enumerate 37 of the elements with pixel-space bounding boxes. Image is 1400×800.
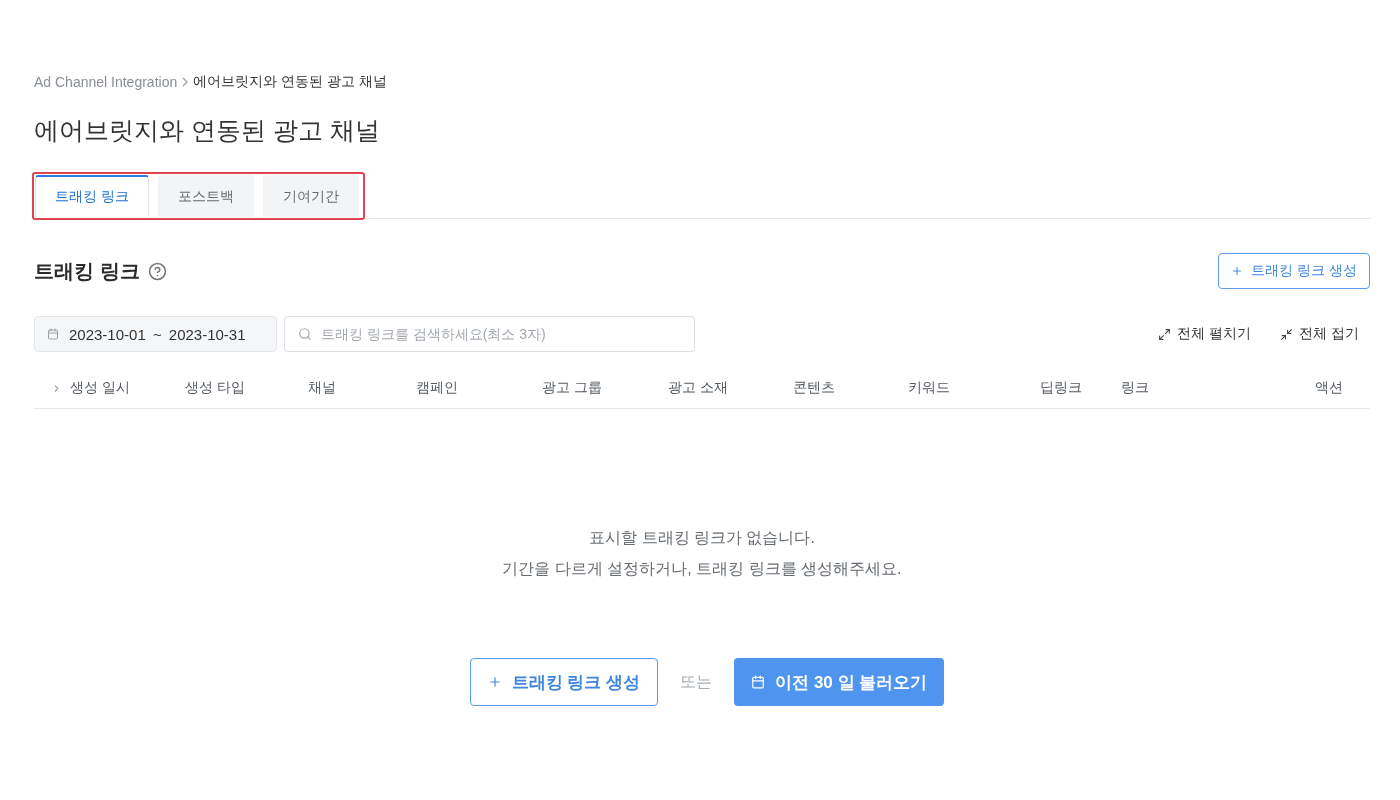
- create-link-button[interactable]: 트래킹 링크 생성: [469, 658, 659, 706]
- column-header: 키워드: [908, 379, 950, 397]
- column-header: 생성 일시: [70, 379, 130, 397]
- search-field[interactable]: 트래킹 링크를 검색하세요(최소 3자): [284, 316, 695, 352]
- column-header: 채널: [308, 379, 336, 397]
- column-header: 생성 타입: [185, 379, 245, 397]
- or-text: 또는: [680, 671, 713, 692]
- create-link-button[interactable]: 트래킹 링크 생성: [1218, 253, 1370, 289]
- tab[interactable]: 기여기간: [262, 175, 359, 217]
- search-icon: [298, 327, 312, 341]
- collapse-icon: [1280, 327, 1294, 341]
- help-icon[interactable]: [147, 261, 167, 281]
- date-range-picker[interactable]: 2023-10-01 ~ 2023-10-31: [34, 316, 277, 352]
- plus-icon: [487, 675, 502, 689]
- collapse-all-button[interactable]: 전체 접기: [1280, 321, 1359, 347]
- plus-icon: [1231, 265, 1244, 277]
- column-header: 콘텐츠: [793, 379, 835, 397]
- breadcrumb-link[interactable]: Ad Channel Integration: [34, 74, 178, 90]
- load-previous-button[interactable]: 이전 30 일 불러오기: [734, 658, 945, 706]
- empty-message: 기간을 다르게 설정하거나, 트래킹 링크를 생성해주세요.: [502, 559, 902, 579]
- page-title: 에어브릿지와 연동된 광고 채널: [34, 115, 380, 146]
- empty-message: 표시할 트래킹 링크가 없습니다.: [589, 528, 815, 548]
- column-header: 광고 소재: [668, 379, 728, 397]
- tab[interactable]: 포스트백: [157, 175, 254, 217]
- column-header: 광고 그룹: [542, 379, 602, 397]
- column-header: 링크: [1121, 379, 1149, 397]
- section-title: 트래킹 링크: [34, 258, 140, 284]
- tab[interactable]: 트래킹 링크: [35, 175, 149, 217]
- calendar-icon: [751, 675, 766, 689]
- expand-all-button[interactable]: 전체 펼치기: [1158, 321, 1252, 347]
- calendar-icon: [47, 328, 59, 340]
- chevron-right-icon: [181, 77, 190, 87]
- column-header: 액션: [1315, 379, 1343, 397]
- expand-icon: [1158, 327, 1172, 341]
- breadcrumb-current: 에어브릿지와 연동된 광고 채널: [193, 73, 387, 91]
- column-header: 딥링크: [1040, 379, 1082, 397]
- column-header: 캠페인: [416, 379, 458, 397]
